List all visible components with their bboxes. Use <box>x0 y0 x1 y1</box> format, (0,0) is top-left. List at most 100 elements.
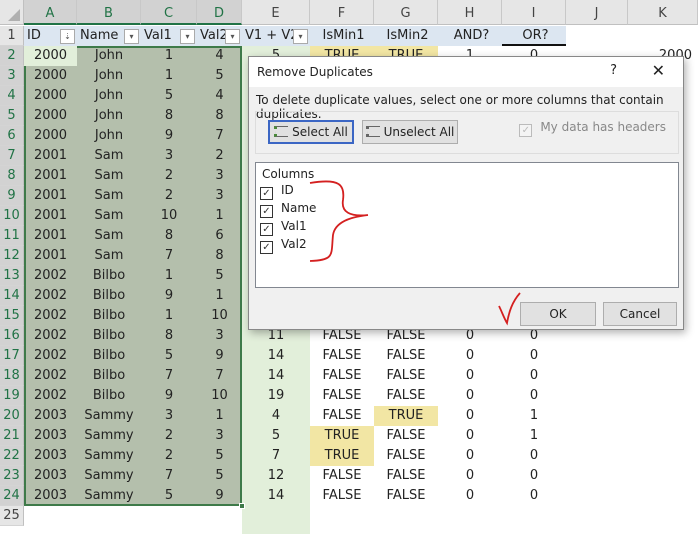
table-cell[interactable]: 10 <box>141 206 197 226</box>
table-cell[interactable]: 0 <box>438 486 502 506</box>
table-cell[interactable]: 9 <box>197 346 242 366</box>
row-header-19[interactable]: 19 <box>0 386 24 406</box>
table-cell[interactable]: Sam <box>77 146 141 166</box>
select-all-button[interactable]: Select All <box>268 120 354 144</box>
table-cell[interactable]: 2000 <box>24 46 77 66</box>
table-cell[interactable]: John <box>77 126 141 146</box>
table-cell[interactable]: 5 <box>141 86 197 106</box>
table-cell[interactable]: 5 <box>197 466 242 486</box>
table-cell[interactable]: 3 <box>197 426 242 446</box>
table-cell[interactable]: TRUE <box>310 426 374 446</box>
table-cell[interactable]: 1 <box>197 406 242 426</box>
table-cell[interactable]: Sam <box>77 166 141 186</box>
table-cell[interactable]: FALSE <box>310 466 374 486</box>
table-cell[interactable]: 2002 <box>24 326 77 346</box>
row-header-16[interactable]: 16 <box>0 326 24 346</box>
table-cell[interactable]: 2000 <box>24 126 77 146</box>
table-cell[interactable]: 2002 <box>24 286 77 306</box>
row-header-21[interactable]: 21 <box>0 426 24 446</box>
table-cell[interactable]: 7 <box>141 366 197 386</box>
column-header-g[interactable]: G <box>374 0 438 25</box>
table-cell[interactable]: 3 <box>197 326 242 346</box>
row-header-11[interactable]: 11 <box>0 226 24 246</box>
columns-list[interactable]: Columns ✓ ID ✓ Name ✓ Val1 ✓ Val2 <box>255 162 679 288</box>
table-cell[interactable]: 2003 <box>24 406 77 426</box>
table-cell[interactable]: Sammy <box>77 466 141 486</box>
table-cell[interactable]: 4 <box>242 406 310 426</box>
table-cell[interactable]: 2002 <box>24 346 77 366</box>
table-cell[interactable]: 0 <box>502 346 566 366</box>
row-header-2[interactable]: 2 <box>0 46 24 66</box>
table-cell[interactable]: 2002 <box>24 386 77 406</box>
row-header-7[interactable]: 7 <box>0 146 24 166</box>
table-cell[interactable]: 5 <box>242 426 310 446</box>
table-cell[interactable]: 7 <box>242 446 310 466</box>
table-cell[interactable]: Sam <box>77 226 141 246</box>
table-cell[interactable]: 2001 <box>24 226 77 246</box>
table-cell[interactable]: 4 <box>197 46 242 66</box>
table-cell[interactable]: 2 <box>197 146 242 166</box>
row-header-22[interactable]: 22 <box>0 446 24 466</box>
table-cell[interactable]: 7 <box>141 246 197 266</box>
filter-dropdown-icon[interactable]: ▾ <box>124 29 139 44</box>
table-cell[interactable]: 5 <box>141 486 197 506</box>
table-cell[interactable]: 5 <box>141 346 197 366</box>
table-cell[interactable]: 7 <box>197 366 242 386</box>
table-cell[interactable]: Bilbo <box>77 266 141 286</box>
table-cell[interactable]: John <box>77 106 141 126</box>
table-cell[interactable]: 2 <box>141 426 197 446</box>
my-data-has-headers-checkbox[interactable]: ✓ My data has headers <box>519 120 666 137</box>
table-cell[interactable]: Sam <box>77 206 141 226</box>
column-header-d[interactable]: D <box>197 0 242 25</box>
table-cell[interactable]: 2001 <box>24 146 77 166</box>
row-header-17[interactable]: 17 <box>0 346 24 366</box>
table-cell[interactable]: Sammy <box>77 446 141 466</box>
table-cell[interactable]: TRUE <box>310 446 374 466</box>
table-cell[interactable]: 10 <box>197 306 242 326</box>
table-cell[interactable]: 10 <box>197 386 242 406</box>
table-cell[interactable]: 14 <box>242 366 310 386</box>
table-cell[interactable]: 9 <box>141 286 197 306</box>
table-cell[interactable]: 2001 <box>24 206 77 226</box>
table-cell[interactable]: FALSE <box>374 466 438 486</box>
column-checkbox-name[interactable]: ✓ Name <box>260 201 316 218</box>
table-cell[interactable]: 0 <box>438 446 502 466</box>
table-cell[interactable]: 3 <box>141 406 197 426</box>
row-header-12[interactable]: 12 <box>0 246 24 266</box>
table-cell[interactable]: Bilbo <box>77 346 141 366</box>
table-cell[interactable]: 0 <box>502 446 566 466</box>
table-cell[interactable]: 2002 <box>24 266 77 286</box>
table-cell[interactable]: 2002 <box>24 306 77 326</box>
column-header-j[interactable]: J <box>566 0 628 25</box>
table-cell[interactable]: 0 <box>438 386 502 406</box>
column-header-f[interactable]: F <box>310 0 374 25</box>
table-cell[interactable]: Sammy <box>77 406 141 426</box>
filter-dropdown-icon[interactable]: ▾ <box>180 29 195 44</box>
column-header-i[interactable]: I <box>502 0 566 25</box>
filter-dropdown-icon[interactable]: ▾ <box>293 29 308 44</box>
select-all-corner[interactable] <box>0 0 24 25</box>
row-header-23[interactable]: 23 <box>0 466 24 486</box>
table-cell[interactable]: 5 <box>197 266 242 286</box>
table-cell[interactable]: 2003 <box>24 466 77 486</box>
table-cell[interactable]: Bilbo <box>77 286 141 306</box>
table-cell[interactable]: 0 <box>438 346 502 366</box>
table-cell[interactable]: 0 <box>438 366 502 386</box>
table-cell[interactable]: 2000 <box>24 66 77 86</box>
table-cell[interactable]: FALSE <box>374 386 438 406</box>
table-cell[interactable]: 1 <box>141 66 197 86</box>
row-header-18[interactable]: 18 <box>0 366 24 386</box>
column-checkbox-id[interactable]: ✓ ID <box>260 183 294 200</box>
table-cell[interactable]: 0 <box>502 386 566 406</box>
row-header-10[interactable]: 10 <box>0 206 24 226</box>
help-button[interactable]: ? <box>610 57 617 85</box>
table-cell[interactable]: 1 <box>502 426 566 446</box>
table-cell[interactable]: 6 <box>197 226 242 246</box>
column-header-b[interactable]: B <box>77 0 141 25</box>
filter-dropdown-icon[interactable]: ▾ <box>225 29 240 44</box>
table-cell[interactable]: 8 <box>197 246 242 266</box>
column-header-h[interactable]: H <box>438 0 502 25</box>
table-cell[interactable]: 0 <box>502 366 566 386</box>
table-cell[interactable]: John <box>77 66 141 86</box>
table-cell[interactable]: 2000 <box>24 106 77 126</box>
